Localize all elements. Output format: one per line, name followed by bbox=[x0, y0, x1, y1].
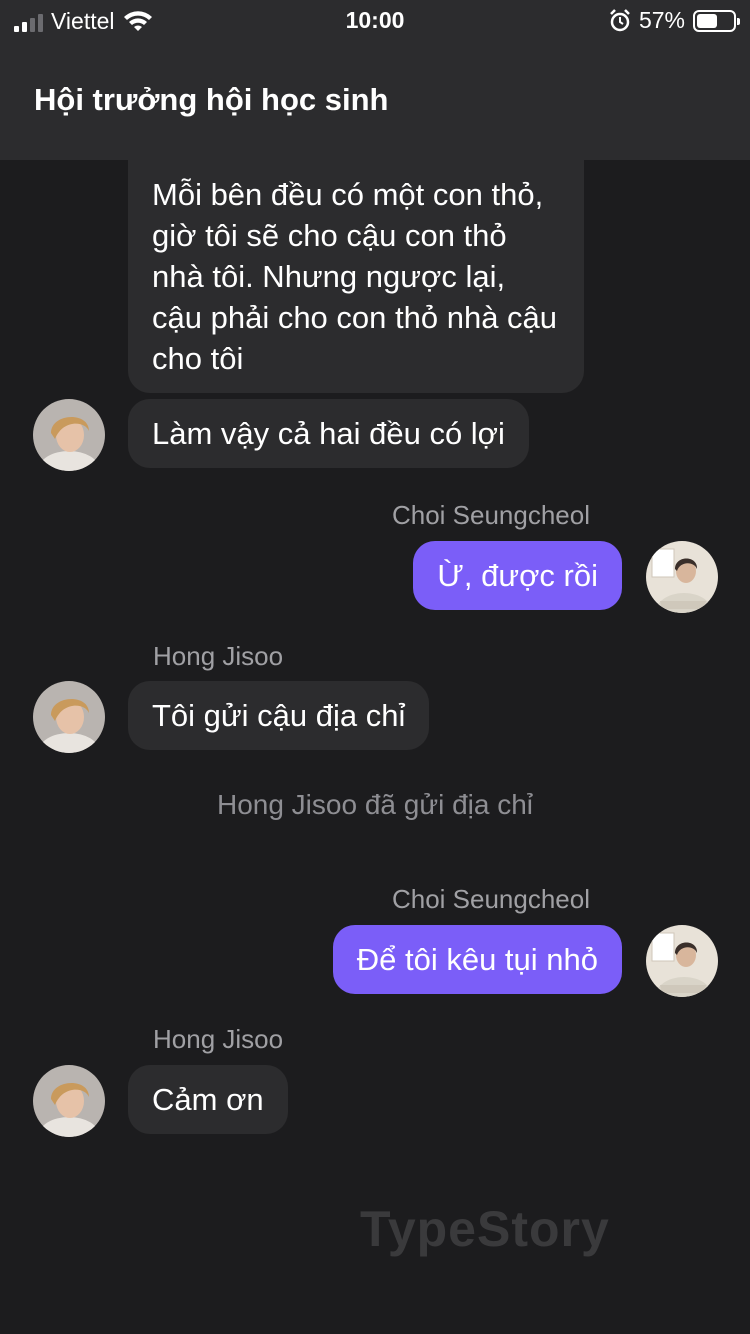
watermark: TypeStory bbox=[360, 1201, 610, 1257]
status-bar: Viettel 10:00 57% bbox=[0, 0, 750, 40]
message-bubble-outgoing[interactable]: Ừ, được rồi bbox=[413, 541, 622, 610]
message-bubble-incoming[interactable]: Làm vậy cả hai đều có lợi bbox=[128, 399, 529, 468]
sender-name: Choi Seungcheol bbox=[391, 500, 590, 530]
avatar-hong-jisoo[interactable] bbox=[33, 1065, 105, 1137]
message-text: Mỗi bên đều có một con thỏ, giờ tôi sẽ c… bbox=[152, 177, 558, 376]
message-text: Ừ, được rồi bbox=[437, 558, 598, 593]
status-right: 57% bbox=[609, 7, 740, 34]
sender-name: Choi Seungcheol bbox=[391, 884, 590, 914]
avatar-hong-jisoo[interactable] bbox=[33, 399, 105, 471]
message-bubble-incoming[interactable]: Cảm ơn bbox=[128, 1065, 288, 1134]
avatar-choi-seungcheol[interactable] bbox=[646, 925, 718, 997]
message-bubble-incoming[interactable]: Mỗi bên đều có một con thỏ, giờ tôi sẽ c… bbox=[128, 160, 584, 393]
sender-name: Hong Jisoo bbox=[153, 641, 284, 671]
battery-percent: 57% bbox=[638, 7, 685, 33]
avatar-choi-seungcheol[interactable] bbox=[646, 541, 718, 613]
message-text: Làm vậy cả hai đều có lợi bbox=[152, 416, 505, 451]
alarm-icon bbox=[610, 8, 630, 31]
avatar-hong-jisoo[interactable] bbox=[33, 681, 105, 753]
system-message: Hong Jisoo đã gửi địa chỉ bbox=[216, 789, 534, 820]
sender-name: Hong Jisoo bbox=[153, 1024, 284, 1054]
chat-title: Hội trưởng hội học sinh bbox=[34, 82, 389, 117]
message-bubble-outgoing[interactable]: Để tôi kêu tụi nhỏ bbox=[332, 925, 622, 994]
message-text: Cảm ơn bbox=[152, 1082, 264, 1117]
message-text: Tôi gửi cậu địa chỉ bbox=[152, 698, 406, 733]
message-text: Để tôi kêu tụi nhỏ bbox=[356, 942, 598, 977]
battery-icon bbox=[693, 9, 740, 32]
battery-fill bbox=[697, 13, 717, 28]
message-bubble-incoming[interactable]: Tôi gửi cậu địa chỉ bbox=[128, 681, 430, 750]
chat-header: Hội trưởng hội học sinh bbox=[0, 40, 750, 160]
chat-area[interactable]: Mỗi bên đều có một con thỏ, giờ tôi sẽ c… bbox=[0, 160, 750, 1334]
